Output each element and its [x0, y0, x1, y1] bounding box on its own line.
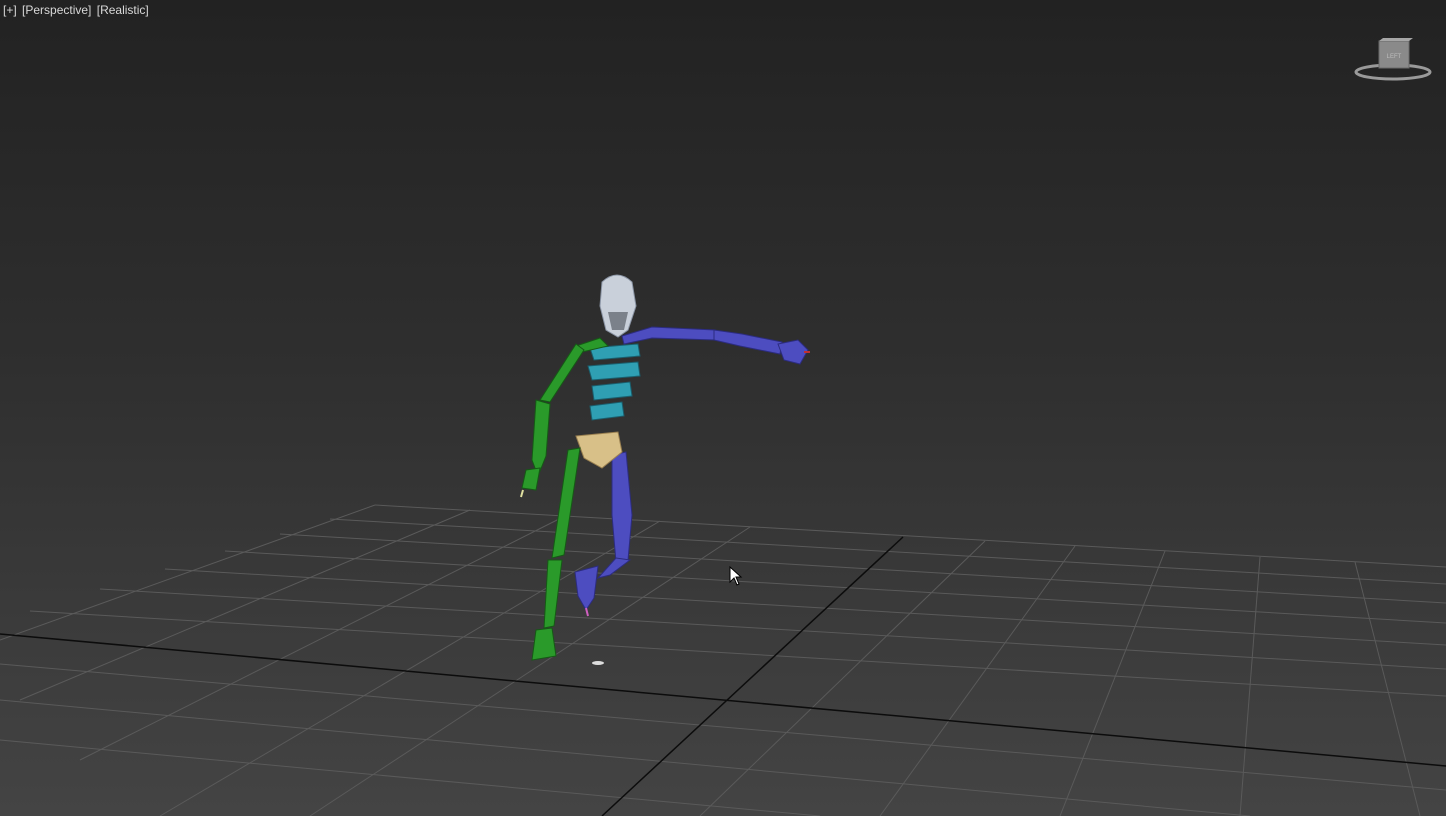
scene-canvas[interactable] — [0, 0, 1446, 816]
viewport-point-of-view-label[interactable]: [Perspective] — [22, 3, 91, 17]
viewcube-face-label: LEFT — [1387, 54, 1402, 60]
right-arm[interactable] — [621, 326, 810, 365]
perspective-viewport[interactable]: [+] [Perspective] [Realistic] LEFT — [0, 0, 1446, 816]
viewport-shading-label[interactable]: [Realistic] — [97, 3, 149, 17]
mouse-cursor-icon — [729, 566, 743, 586]
home-grid — [0, 504, 1446, 816]
viewport-label-bar: [+] [Perspective] [Realistic] — [3, 3, 151, 17]
left-leg[interactable] — [531, 447, 581, 661]
root-marker — [592, 661, 604, 665]
grid-axes — [0, 536, 1446, 816]
spine[interactable] — [587, 343, 641, 421]
viewcube-icon[interactable]: LEFT — [1352, 36, 1436, 84]
head[interactable] — [599, 274, 637, 338]
viewport-menu-label[interactable]: [+] — [3, 3, 17, 17]
biped-skeleton[interactable] — [520, 274, 810, 665]
